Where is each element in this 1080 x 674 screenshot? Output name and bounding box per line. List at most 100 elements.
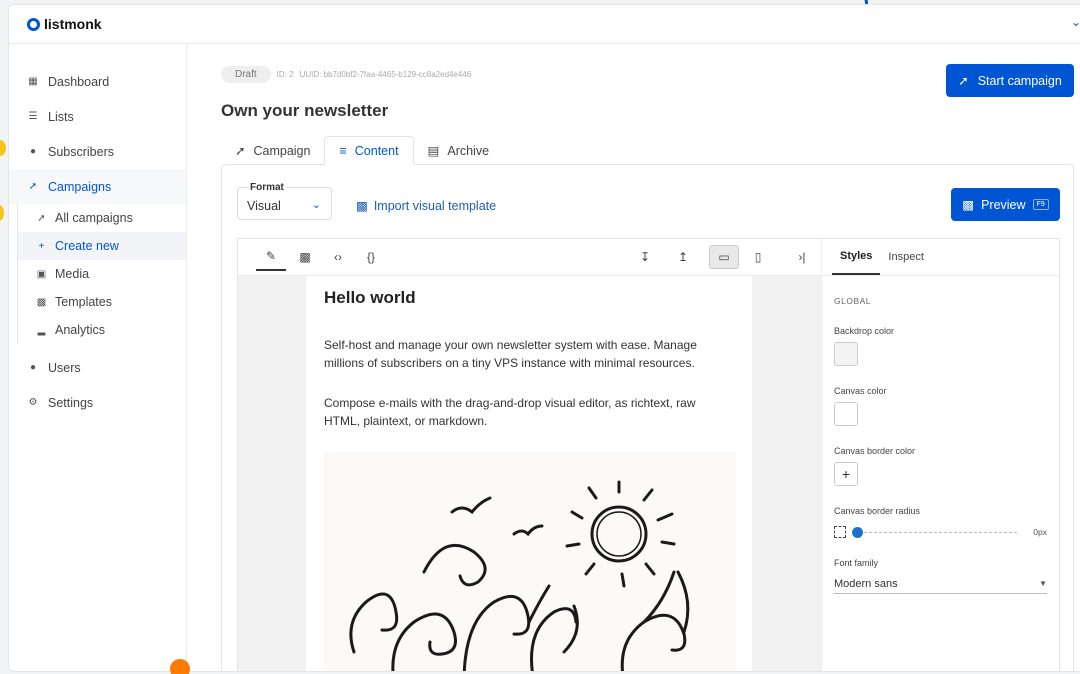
- backdrop-color-swatch[interactable]: [834, 342, 858, 366]
- upload-icon[interactable]: ↥: [668, 245, 698, 269]
- plus-icon: +: [841, 466, 851, 482]
- sidebar-item-settings[interactable]: ⚙ Settings: [9, 385, 186, 420]
- email-illustration[interactable]: [324, 452, 736, 671]
- file-icon: ▩: [36, 296, 47, 308]
- tab-content[interactable]: ≡ Content: [324, 136, 414, 165]
- caret-down-icon: ▼: [1039, 579, 1047, 588]
- sidebar-item-campaigns[interactable]: ➚ Campaigns: [9, 169, 186, 204]
- logo[interactable]: listmonk: [27, 16, 102, 32]
- rocket-icon: ➚: [37, 212, 46, 224]
- font-family-select[interactable]: Modern sans ▼: [834, 574, 1047, 594]
- users-icon: ●: [29, 362, 37, 373]
- file-icon: ▩: [962, 198, 975, 212]
- app-window: listmonk ⌄ ▦ Dashboard ☰ Lists ● Subscri…: [8, 4, 1080, 672]
- sidebar-item-users[interactable]: ● Users: [9, 350, 186, 385]
- format-select[interactable]: Format Visual ⌄: [237, 182, 332, 220]
- sidebar-item-label: Media: [55, 267, 90, 281]
- code-view-icon[interactable]: ▩: [290, 245, 320, 269]
- tab-campaign[interactable]: ➚ Campaign: [221, 136, 324, 165]
- tab-label: Archive: [447, 143, 490, 158]
- sidebar-item-label: Lists: [48, 109, 74, 124]
- sidebar-item-create-new[interactable]: + Create new: [18, 232, 186, 260]
- logo-ring-icon: [27, 17, 40, 31]
- download-icon[interactable]: ↧: [630, 245, 660, 269]
- sidebar: ▦ Dashboard ☰ Lists ● Subscribers ➚ Camp…: [9, 44, 187, 671]
- chart-icon: ▂: [37, 324, 46, 336]
- tab-inspect[interactable]: Inspect: [880, 239, 931, 275]
- sidebar-item-label: Create new: [55, 239, 119, 253]
- sidebar-item-templates[interactable]: ▩ Templates: [18, 288, 186, 316]
- border-radius-slider[interactable]: [852, 526, 1017, 538]
- braces-icon[interactable]: {}: [356, 245, 386, 269]
- gear-icon: ⚙: [28, 397, 38, 408]
- users-icon: ●: [29, 146, 37, 157]
- sidebar-item-dashboard[interactable]: ▦ Dashboard: [9, 64, 186, 99]
- sidebar-item-all-campaigns[interactable]: ➚ All campaigns: [18, 204, 186, 232]
- desktop-view-icon[interactable]: ▭: [709, 245, 739, 269]
- campaign-meta: Draft ID: 2 UUID: bb7d0bf2-7faa-4465-b12…: [221, 66, 471, 83]
- chevron-down-icon[interactable]: ⌄: [1071, 15, 1080, 29]
- section-heading: GLOBAL: [834, 296, 872, 306]
- sidebar-item-media[interactable]: ▣ Media: [18, 260, 186, 288]
- canvas-color-swatch[interactable]: [834, 402, 858, 426]
- chevron-down-icon: ⌄: [311, 199, 321, 211]
- dashboard-icon: ▦: [28, 76, 38, 87]
- visual-editor: ✎ ▩ ‹› {} ↧ ↥ ▭ ▯ ›| Hello world Self-ho…: [237, 238, 1060, 671]
- sidebar-item-label: Campaigns: [48, 179, 112, 194]
- sidebar-item-label: Templates: [55, 295, 112, 309]
- sidebar-item-label: Users: [48, 360, 81, 375]
- import-template-label: Import visual template: [373, 198, 497, 213]
- editor-toolbar: ✎ ▩ ‹› {} ↧ ↥ ▭ ▯ ›|: [238, 239, 821, 276]
- import-template-link[interactable]: ▩ Import visual template: [356, 198, 497, 214]
- tab-styles[interactable]: Styles: [832, 239, 881, 275]
- email-paragraph[interactable]: Compose e-mails with the drag-and-drop v…: [324, 394, 734, 430]
- collapse-panel-icon[interactable]: ›|: [787, 245, 817, 269]
- rocket-icon: ➚: [235, 144, 246, 158]
- campaigns-subnav: ➚ All campaigns + Create new ▣ Media ▩ T…: [17, 204, 186, 344]
- canvas-border-color-label: Canvas border color: [834, 446, 916, 456]
- style-panel-body: GLOBAL Backdrop color Canvas color Canva…: [822, 296, 1059, 594]
- sidebar-item-label: Dashboard: [48, 74, 110, 89]
- sidebar-item-subscribers[interactable]: ● Subscribers: [9, 134, 186, 169]
- style-panel: Styles Inspect GLOBAL Backdrop color Can…: [821, 239, 1059, 671]
- canvas-border-radius-label: Canvas border radius: [834, 506, 921, 516]
- start-campaign-button[interactable]: ➚ Start campaign: [946, 64, 1074, 97]
- border-radius-value: 0px: [1033, 527, 1047, 537]
- corner-radius-icon: [834, 526, 846, 538]
- decor-blob: [170, 659, 190, 674]
- app-name: listmonk: [44, 16, 102, 32]
- code-icon[interactable]: ‹›: [323, 245, 353, 269]
- file-icon: ▩: [356, 199, 368, 213]
- font-family-value: Modern sans: [834, 577, 898, 590]
- email-heading[interactable]: Hello world: [324, 288, 734, 308]
- sidebar-item-label: Analytics: [55, 323, 106, 337]
- sidebar-item-analytics[interactable]: ▂ Analytics: [18, 316, 186, 344]
- newspaper-icon: ▤: [427, 144, 440, 158]
- preview-label: Preview: [981, 197, 1026, 212]
- start-campaign-label: Start campaign: [977, 73, 1062, 88]
- tab-archive[interactable]: ▤ Archive: [414, 136, 504, 165]
- format-value: Visual: [247, 199, 281, 213]
- slider-handle[interactable]: [852, 526, 863, 538]
- main-content: Draft ID: 2 UUID: bb7d0bf2-7faa-4465-b12…: [197, 44, 1080, 671]
- email-canvas[interactable]: Hello world Self-host and manage your ow…: [306, 276, 752, 671]
- image-icon: ▣: [36, 268, 47, 280]
- doodle-illustration-icon: [349, 480, 690, 671]
- email-paragraph[interactable]: Self-host and manage your own newsletter…: [324, 336, 734, 372]
- tab-label: Content: [354, 143, 399, 158]
- canvas-backdrop: Hello world Self-host and manage your ow…: [238, 276, 821, 671]
- sidebar-item-label: Settings: [48, 395, 94, 410]
- plus-icon: +: [38, 240, 45, 252]
- sidebar-item-lists[interactable]: ☰ Lists: [9, 99, 186, 134]
- status-badge: Draft: [221, 66, 271, 83]
- mobile-view-icon[interactable]: ▯: [743, 245, 773, 269]
- pencil-icon[interactable]: ✎: [256, 243, 286, 271]
- border-radius-slider-row: 0px: [834, 526, 1047, 538]
- sidebar-item-label: All campaigns: [55, 211, 133, 225]
- add-color-button[interactable]: +: [834, 462, 858, 486]
- preview-button[interactable]: ▩ Preview F9: [951, 188, 1060, 221]
- align-icon: ≡: [339, 143, 347, 158]
- page-title: Own your newsletter: [221, 101, 389, 120]
- font-family-label: Font family: [834, 558, 879, 568]
- sidebar-item-label: Subscribers: [48, 144, 114, 159]
